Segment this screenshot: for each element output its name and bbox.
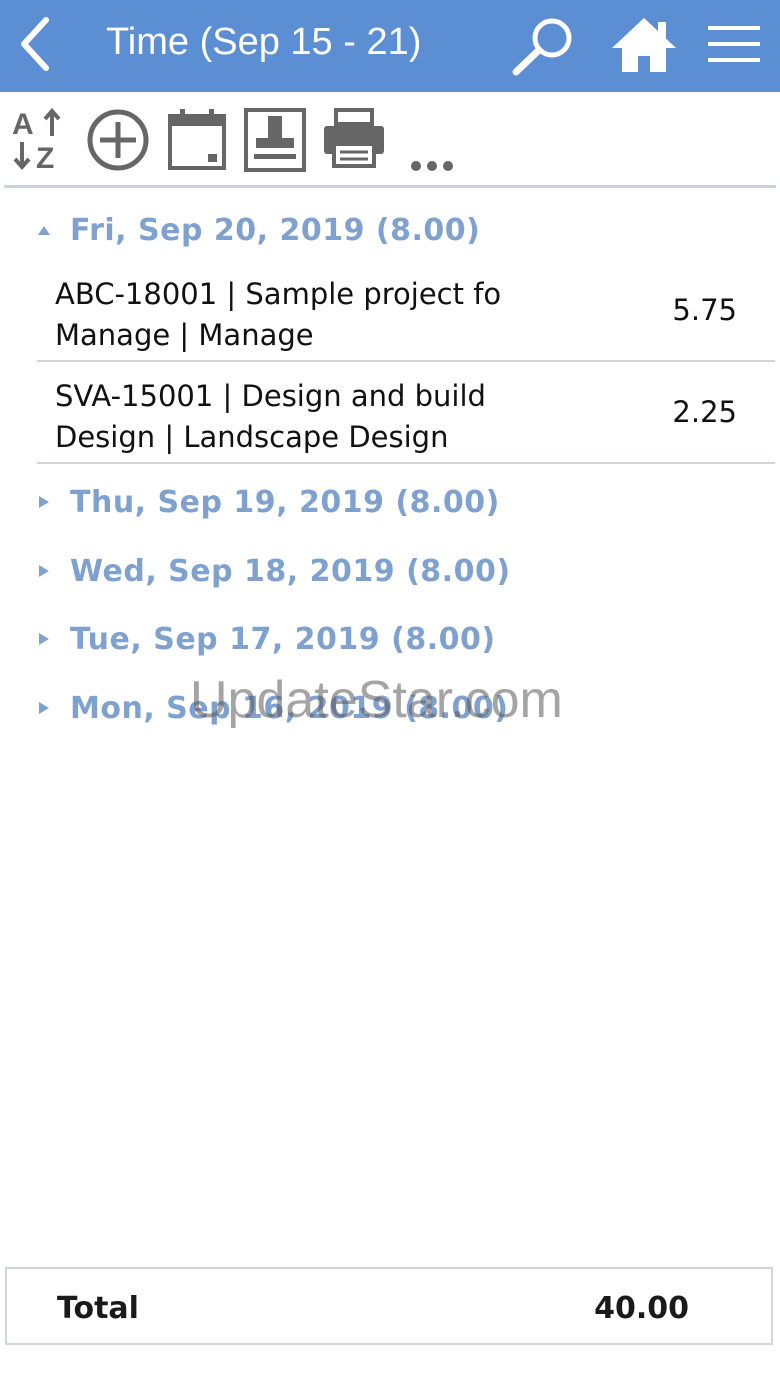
calendar-icon[interactable] [164, 106, 232, 172]
day-label: Wed, Sep 18, 2019 (8.00) [70, 554, 511, 589]
home-icon[interactable] [608, 14, 680, 76]
total-bar: Total 40.00 [5, 1267, 773, 1345]
day-header-thu[interactable]: Thu, Sep 19, 2019 (8.00) [0, 477, 780, 529]
sort-az-icon[interactable]: A Z [6, 106, 74, 175]
entry-task: Manage | Manage [55, 318, 314, 352]
watermark: UpdateStar.com [190, 671, 563, 729]
app-header: Time (Sep 15 - 21) [0, 0, 780, 92]
expand-arrow-icon [36, 700, 52, 716]
hamburger-menu-icon[interactable] [706, 22, 762, 66]
entry-description: SVA-15001 | Design and build Design | La… [55, 376, 513, 458]
entry-task: Design | Landscape Design [55, 420, 449, 454]
entry-hours: 5.75 [672, 293, 737, 327]
day-header-fri[interactable]: Fri, Sep 20, 2019 (8.00) [0, 205, 780, 257]
day-label: Thu, Sep 19, 2019 (8.00) [70, 485, 500, 520]
search-icon[interactable] [508, 14, 578, 78]
svg-text:A: A [12, 108, 34, 141]
entry-project: ABC-18001 | Sample project fo [55, 277, 502, 311]
entry-hours: 2.25 [672, 395, 737, 429]
day-label: Fri, Sep 20, 2019 (8.00) [70, 213, 481, 248]
svg-text:Z: Z [36, 142, 54, 172]
stamp-icon[interactable] [242, 106, 310, 172]
time-entry[interactable]: ABC-18001 | Sample project fo Manage | M… [37, 260, 775, 362]
total-value: 40.00 [594, 1291, 689, 1326]
total-label: Total [57, 1291, 139, 1326]
expand-arrow-icon [36, 494, 52, 510]
toolbar-divider [4, 185, 776, 188]
toolbar: A Z [0, 92, 780, 188]
entry-description: ABC-18001 | Sample project fo Manage | M… [55, 274, 513, 356]
expand-arrow-icon [36, 563, 52, 579]
day-header-tue[interactable]: Tue, Sep 17, 2019 (8.00) [0, 614, 780, 666]
page-title: Time (Sep 15 - 21) [106, 21, 422, 63]
time-entry[interactable]: SVA-15001 | Design and build Design | La… [37, 362, 775, 464]
print-icon[interactable] [320, 106, 388, 172]
collapse-arrow-icon [36, 222, 52, 238]
day-header-wed[interactable]: Wed, Sep 18, 2019 (8.00) [0, 546, 780, 598]
expand-arrow-icon [36, 631, 52, 647]
add-circle-icon[interactable] [84, 106, 152, 172]
entry-project: SVA-15001 | Design and build [55, 379, 486, 413]
chevron-left-icon[interactable] [14, 14, 58, 74]
day-label: Tue, Sep 17, 2019 (8.00) [70, 622, 496, 657]
more-icon[interactable] [404, 142, 462, 172]
